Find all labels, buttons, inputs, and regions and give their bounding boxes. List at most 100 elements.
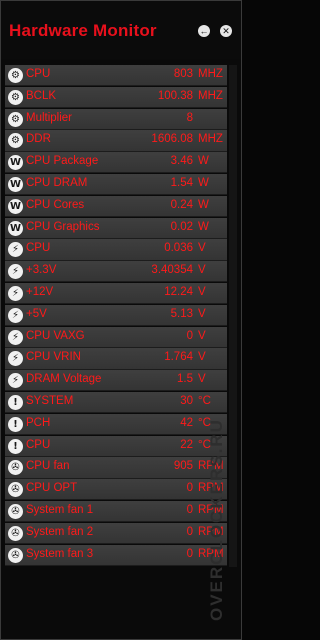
sensor-value: 0 xyxy=(186,525,193,538)
sensor-label: CPU Package xyxy=(26,155,99,168)
sensor-label: CPU VRIN xyxy=(26,351,81,364)
sensor-value: 0 xyxy=(186,504,193,516)
sensor-value: 0.24 xyxy=(170,198,193,211)
sensor-row[interactable]: ⚡ CPU VAXG 0 V xyxy=(5,326,227,348)
close-icon[interactable]: ✕ xyxy=(220,25,232,37)
sensor-row[interactable]: ⚙ Multiplier 8 xyxy=(5,108,227,130)
sensor-row[interactable]: ⚡ CPU VRIN 1.764 V xyxy=(5,348,227,370)
sensor-label: CPU xyxy=(26,68,51,80)
sensor-value: 905 xyxy=(173,460,193,473)
sensor-label: CPU DRAM xyxy=(26,177,88,189)
sensor-unit: W xyxy=(198,220,209,233)
voltage-icon: ⚡ xyxy=(8,286,23,301)
sensor-unit: V xyxy=(198,286,206,298)
fan-icon: ✇ xyxy=(8,504,23,519)
voltage-icon: ⚡ xyxy=(8,242,23,258)
power-icon: W xyxy=(8,198,23,214)
title-bar: Hardware Monitor ← ✕ xyxy=(1,1,241,59)
sensor-label: CPU xyxy=(26,242,51,255)
sensor-row[interactable]: W CPU Package 3.46 W xyxy=(5,152,227,174)
sensor-value: 8 xyxy=(186,111,193,124)
sensor-value: 0.02 xyxy=(170,220,193,233)
sensor-label: CPU fan xyxy=(26,460,70,473)
sensor-unit: W xyxy=(198,155,209,168)
sensor-label: CPU Cores xyxy=(26,198,85,211)
voltage-icon: ⚡ xyxy=(8,307,23,323)
sensor-label: System fan 2 xyxy=(26,525,94,538)
sensor-unit: W xyxy=(198,177,209,189)
sensor-row[interactable]: ✇ CPU OPT 0 RPM xyxy=(5,479,227,501)
fan-icon: ✇ xyxy=(8,460,23,476)
sensor-label: CPU Graphics xyxy=(26,220,100,233)
sensor-label: CPU xyxy=(26,438,51,451)
watermark: OVERCLOCKERS.RU xyxy=(207,418,226,621)
sensor-value: 22 xyxy=(180,438,193,451)
sensor-value: 5.13 xyxy=(170,307,193,320)
clock-icon: ⚙ xyxy=(8,111,23,127)
sensor-row[interactable]: ǃ PCH 42 °C xyxy=(5,413,227,435)
sensor-unit: V xyxy=(198,351,206,364)
sensor-value: 0 xyxy=(186,482,193,495)
sensor-value: 42 xyxy=(180,416,193,429)
sensor-label: PCH xyxy=(26,416,51,429)
sensor-value: 803 xyxy=(173,68,193,80)
sensor-row[interactable]: ⚙ DDR 1606.08 MHZ xyxy=(5,130,227,152)
sensor-row[interactable]: ⚡ +5V 5.13 V xyxy=(5,304,227,326)
hardware-monitor-panel: Hardware Monitor ← ✕ ⚙ CPU 803 MHZ ⚙ BCLK 100.… xyxy=(0,0,242,640)
app-title: Hardware Monitor xyxy=(9,21,157,40)
sensor-row[interactable]: ⚡ +3.3V 3.40354 V xyxy=(5,261,227,283)
sensor-value: 1.54 xyxy=(170,177,193,189)
thermometer-icon: ǃ xyxy=(8,395,23,410)
sensor-unit: MHZ xyxy=(198,89,223,102)
sensor-label: CPU VAXG xyxy=(26,329,85,342)
sensor-value: 0 xyxy=(186,329,193,342)
sensor-unit: V xyxy=(198,307,206,320)
fan-icon: ✇ xyxy=(8,525,23,541)
sensor-row[interactable]: ✇ System fan 3 0 RPM xyxy=(5,544,227,566)
sensor-row[interactable]: ✇ System fan 1 0 RPM xyxy=(5,501,227,523)
sensor-label: DRAM Voltage xyxy=(26,373,102,386)
sensor-row[interactable]: ǃ CPU 22 °C xyxy=(5,435,227,457)
sensor-row[interactable]: W CPU Graphics 0.02 W xyxy=(5,217,227,239)
sensor-label: System fan 3 xyxy=(26,547,94,560)
power-icon: W xyxy=(8,155,23,171)
thermometer-icon: ǃ xyxy=(8,438,23,454)
voltage-icon: ⚡ xyxy=(8,351,23,367)
voltage-icon: ⚡ xyxy=(8,264,23,280)
clock-icon: ⚙ xyxy=(8,133,23,149)
sensor-row[interactable]: ✇ CPU fan 905 RPM xyxy=(5,457,227,479)
fan-icon: ✇ xyxy=(8,547,23,563)
sensor-row[interactable]: ⚙ BCLK 100.38 MHZ xyxy=(5,86,227,108)
sensor-row[interactable]: W CPU DRAM 1.54 W xyxy=(5,174,227,196)
sensor-label: +12V xyxy=(26,286,54,298)
sensor-row[interactable]: ⚡ DRAM Voltage 1.5 V xyxy=(5,370,227,392)
sensor-value: 3.40354 xyxy=(151,264,193,277)
sensor-row[interactable]: ⚡ +12V 12.24 V xyxy=(5,283,227,305)
clock-icon: ⚙ xyxy=(8,68,23,83)
sensor-label: Multiplier xyxy=(26,111,73,124)
sensor-value: 100.38 xyxy=(157,89,193,102)
sensor-value: 1.5 xyxy=(177,373,193,386)
sensor-row[interactable]: W CPU Cores 0.24 W xyxy=(5,195,227,217)
sensor-label: BCLK xyxy=(26,89,57,102)
sensor-unit: MHZ xyxy=(198,133,223,146)
sensor-value: 3.46 xyxy=(170,155,193,168)
sensor-label: System fan 1 xyxy=(26,504,94,516)
sensor-row[interactable]: ✇ System fan 2 0 RPM xyxy=(5,522,227,544)
sensor-row[interactable]: ǃ SYSTEM 30 °C xyxy=(5,392,227,414)
sensor-unit: W xyxy=(198,198,209,211)
sensor-value: 30 xyxy=(180,395,193,407)
sensor-unit: V xyxy=(198,373,206,386)
clock-icon: ⚙ xyxy=(8,89,23,105)
sensor-label: CPU OPT xyxy=(26,482,78,495)
power-icon: W xyxy=(8,220,23,236)
voltage-icon: ⚡ xyxy=(8,329,23,345)
sensor-row[interactable]: ⚡ CPU 0.036 V xyxy=(5,239,227,261)
sensor-unit: V xyxy=(198,242,206,255)
sensor-list: ⚙ CPU 803 MHZ ⚙ BCLK 100.38 MHZ ⚙ Multiplier 8 ⚙ DDR… xyxy=(5,65,227,567)
back-arrow-icon[interactable]: ← xyxy=(198,25,210,37)
sensor-value: 12.24 xyxy=(164,286,193,298)
sensor-unit: V xyxy=(198,329,206,342)
sensor-unit: MHZ xyxy=(198,68,223,80)
sensor-row[interactable]: ⚙ CPU 803 MHZ xyxy=(5,65,227,87)
